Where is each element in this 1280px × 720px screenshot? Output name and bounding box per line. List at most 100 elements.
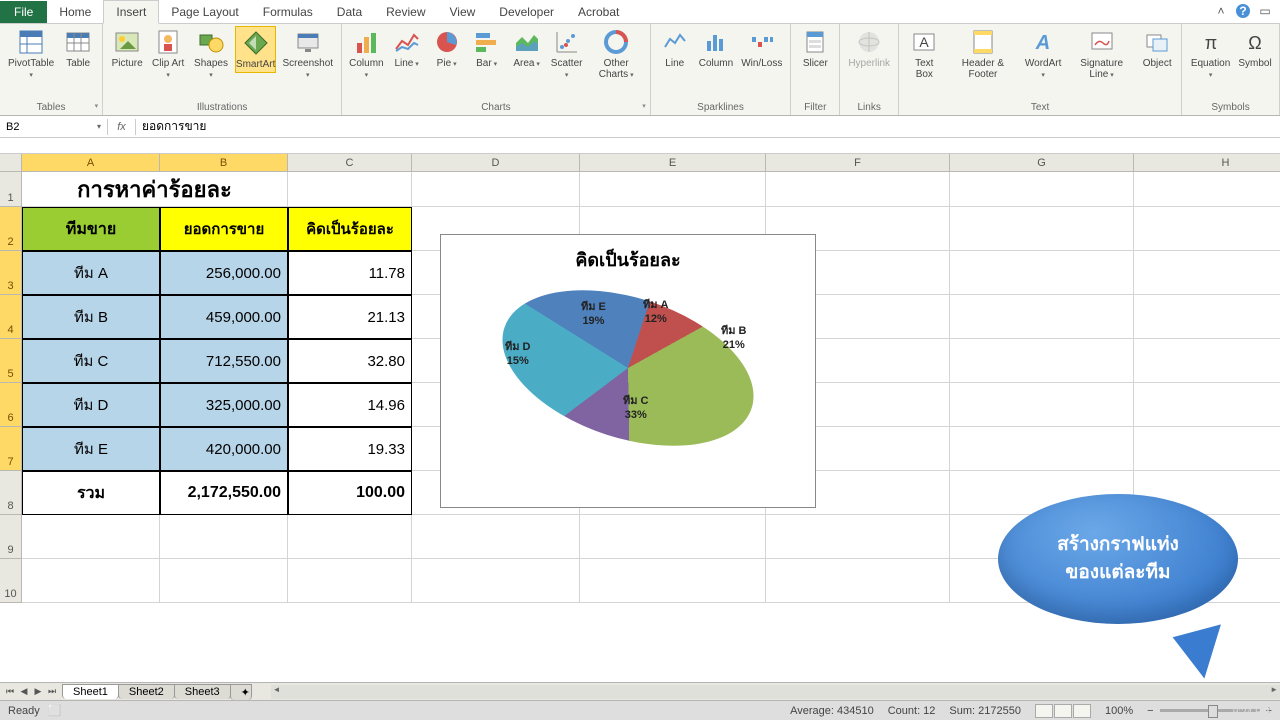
tab-home[interactable]: Home: [47, 1, 103, 23]
view-pagebreak-icon[interactable]: [1073, 704, 1091, 718]
sparkline-column-button[interactable]: Column: [697, 26, 735, 71]
cell[interactable]: [1134, 172, 1280, 207]
cell[interactable]: [950, 172, 1134, 207]
cell-sales[interactable]: 459,000.00: [160, 295, 288, 339]
table-button[interactable]: Table: [60, 26, 96, 71]
cell-header-pct[interactable]: คิดเป็นร้อยละ: [288, 207, 412, 251]
minimize-ribbon-icon[interactable]: ˄: [1214, 4, 1228, 18]
name-box[interactable]: B2: [0, 119, 108, 135]
row-header-5[interactable]: 5: [0, 339, 22, 383]
row-header-10[interactable]: 10: [0, 559, 22, 603]
col-header-f[interactable]: F: [766, 154, 950, 172]
cell-pct[interactable]: 21.13: [288, 295, 412, 339]
sheet-nav-last-icon[interactable]: ⏭: [46, 686, 58, 697]
wordart-button[interactable]: AWordArt: [1022, 26, 1064, 82]
sheet-nav-prev-icon[interactable]: ◀: [18, 686, 30, 697]
cell-team[interactable]: ทีม C: [22, 339, 160, 383]
cell-sales[interactable]: 712,550.00: [160, 339, 288, 383]
chart-pie-button[interactable]: Pie: [429, 26, 465, 71]
tab-page-layout[interactable]: Page Layout: [159, 1, 250, 23]
col-header-e[interactable]: E: [580, 154, 766, 172]
cell[interactable]: [950, 295, 1134, 339]
sheet-tab-3[interactable]: Sheet3: [174, 684, 231, 699]
cell[interactable]: [766, 172, 950, 207]
cell[interactable]: [1134, 339, 1280, 383]
cell[interactable]: [1134, 383, 1280, 427]
cell[interactable]: [288, 172, 412, 207]
row-header-4[interactable]: 4: [0, 295, 22, 339]
cell[interactable]: [412, 559, 580, 603]
tab-developer[interactable]: Developer: [487, 1, 566, 23]
row-header-6[interactable]: 6: [0, 383, 22, 427]
row-header-1[interactable]: 1: [0, 172, 22, 207]
headerfooter-button[interactable]: Header & Footer: [948, 26, 1019, 82]
cell[interactable]: [288, 515, 412, 559]
cell-team[interactable]: ทีม B: [22, 295, 160, 339]
cell[interactable]: [950, 339, 1134, 383]
col-header-a[interactable]: A: [22, 154, 160, 172]
symbol-button[interactable]: ΩSymbol: [1237, 26, 1273, 71]
tab-insert[interactable]: Insert: [103, 0, 159, 24]
file-tab[interactable]: File: [0, 1, 47, 23]
tab-formulas[interactable]: Formulas: [251, 1, 325, 23]
select-all-corner[interactable]: [0, 154, 22, 172]
tab-acrobat[interactable]: Acrobat: [566, 1, 631, 23]
fx-icon[interactable]: fx: [108, 119, 136, 135]
cell-pct[interactable]: 11.78: [288, 251, 412, 295]
chart-scatter-button[interactable]: Scatter: [549, 26, 585, 82]
tab-view[interactable]: View: [438, 1, 488, 23]
view-normal-icon[interactable]: [1035, 704, 1053, 718]
cell[interactable]: [412, 515, 580, 559]
col-header-h[interactable]: H: [1134, 154, 1280, 172]
horizontal-scrollbar[interactable]: [271, 685, 1280, 699]
tab-data[interactable]: Data: [325, 1, 374, 23]
sheet-tab-1[interactable]: Sheet1: [62, 684, 119, 699]
col-header-d[interactable]: D: [412, 154, 580, 172]
row-header-7[interactable]: 7: [0, 427, 22, 471]
cell[interactable]: [950, 251, 1134, 295]
sheet-nav-first-icon[interactable]: ⏮: [4, 686, 16, 697]
formula-bar[interactable]: ยอดการขาย: [136, 115, 1280, 138]
new-sheet-button[interactable]: ✦: [230, 684, 252, 700]
cell-pct[interactable]: 19.33: [288, 427, 412, 471]
col-header-g[interactable]: G: [950, 154, 1134, 172]
cell-team[interactable]: ทีม A: [22, 251, 160, 295]
cell-total-label[interactable]: รวม: [22, 471, 160, 515]
slicer-button[interactable]: Slicer: [797, 26, 833, 71]
cell[interactable]: [950, 427, 1134, 471]
cell[interactable]: [1134, 295, 1280, 339]
col-header-b[interactable]: B: [160, 154, 288, 172]
cell-title[interactable]: การหาค่าร้อยละ: [22, 172, 288, 207]
cell-pct[interactable]: 14.96: [288, 383, 412, 427]
cell[interactable]: [950, 383, 1134, 427]
status-zoom[interactable]: 100%: [1105, 705, 1133, 717]
chart-line-button[interactable]: Line: [389, 26, 425, 71]
help-icon[interactable]: ?: [1236, 4, 1250, 18]
sparkline-winloss-button[interactable]: Win/Loss: [739, 26, 784, 71]
cell[interactable]: [766, 559, 950, 603]
window-control-icon[interactable]: ▭: [1258, 4, 1272, 18]
row-header-3[interactable]: 3: [0, 251, 22, 295]
col-header-c[interactable]: C: [288, 154, 412, 172]
cell[interactable]: [580, 172, 766, 207]
smartart-button[interactable]: SmartArt: [235, 26, 277, 73]
row-header-2[interactable]: 2: [0, 207, 22, 251]
cell-total-pct[interactable]: 100.00: [288, 471, 412, 515]
sheet-tab-2[interactable]: Sheet2: [118, 684, 175, 699]
signature-button[interactable]: Signature Line: [1068, 26, 1135, 82]
cell-sales[interactable]: 420,000.00: [160, 427, 288, 471]
pivottable-button[interactable]: PivotTable: [6, 26, 56, 82]
cell-header-team[interactable]: ทีมขาย: [22, 207, 160, 251]
chart-column-button[interactable]: Column: [348, 26, 385, 82]
chart-area-button[interactable]: Area: [509, 26, 545, 71]
row-header-9[interactable]: 9: [0, 515, 22, 559]
cell-header-sales[interactable]: ยอดการขาย: [160, 207, 288, 251]
cell-total-sales[interactable]: 2,172,550.00: [160, 471, 288, 515]
cell[interactable]: [22, 559, 160, 603]
cell[interactable]: [950, 207, 1134, 251]
chart-other-button[interactable]: Other Charts: [589, 26, 644, 82]
cell-sales[interactable]: 325,000.00: [160, 383, 288, 427]
cell[interactable]: [766, 515, 950, 559]
pie-chart[interactable]: คิดเป็นร้อยละ ทีม A 12% ทีม B 21% ทีม C …: [440, 234, 816, 508]
view-pagelayout-icon[interactable]: [1054, 704, 1072, 718]
